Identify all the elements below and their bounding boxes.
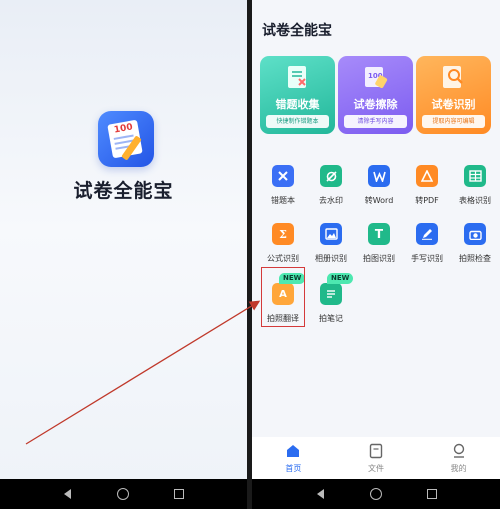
translate-icon: A <box>272 283 294 305</box>
pdf-icon <box>416 165 438 187</box>
card-title: 错题收集 <box>275 98 320 111</box>
nav-back-button[interactable] <box>313 487 327 501</box>
tool-remove-watermark[interactable]: 去水印 <box>307 165 353 211</box>
nav-recents-button[interactable] <box>425 487 439 501</box>
splash-app-name: 试卷全能宝 <box>73 180 174 202</box>
feature-card-paper-recognition[interactable]: 试卷识别 提取内容可编辑 <box>416 56 491 134</box>
home-screen: 试卷全能宝 错题收集 快捷制作错题本 100 试卷擦除 清除手写内容 试卷识别 … <box>252 0 500 509</box>
home-circle-icon <box>117 488 130 500</box>
tab-label: 首页 <box>285 464 302 473</box>
tab-label: 我的 <box>450 464 467 473</box>
nav-back-button[interactable] <box>61 487 75 501</box>
tool-photo-text-recognition[interactable]: T 拍图识别 <box>355 223 401 269</box>
formula-icon: Σ <box>272 223 294 245</box>
page-title: 试卷全能宝 <box>262 23 332 39</box>
card-subtitle: 清除手写内容 <box>344 115 407 128</box>
tool-to-word[interactable]: 转Word <box>355 165 401 211</box>
feature-card-mistake-collection[interactable]: 错题收集 快捷制作错题本 <box>260 56 335 134</box>
back-icon <box>316 489 324 499</box>
file-icon <box>369 443 383 459</box>
back-icon <box>64 489 72 499</box>
camera-icon <box>464 223 486 245</box>
home-circle-icon <box>370 488 382 500</box>
word-icon <box>368 165 390 187</box>
tool-to-pdf[interactable]: 转PDF <box>403 165 449 211</box>
system-navbar <box>0 479 247 509</box>
x-icon <box>272 165 294 187</box>
nav-home-button[interactable] <box>369 487 383 501</box>
tool-table-recognition[interactable]: 表格识别 <box>451 165 497 211</box>
tool-mistake-book[interactable]: 错题本 <box>259 165 305 211</box>
tool-label: 表格识别 <box>459 196 491 205</box>
tab-files[interactable]: 文件 <box>335 437 418 479</box>
handwriting-icon <box>416 223 438 245</box>
feature-card-paper-erase[interactable]: 100 试卷擦除 清除手写内容 <box>338 56 413 134</box>
card-title: 试卷擦除 <box>353 98 398 111</box>
tool-label: 拍笔记 <box>319 314 343 323</box>
new-badge: NEW <box>327 273 354 284</box>
recents-square-icon <box>174 489 185 499</box>
recents-square-icon <box>427 489 437 499</box>
system-navbar <box>252 479 500 509</box>
paper-recognition-icon <box>443 66 463 88</box>
card-title: 试卷识别 <box>431 98 476 111</box>
tool-label: 拍照检查 <box>459 254 491 263</box>
nav-recents-button[interactable] <box>172 487 186 501</box>
splash-screen: 100 试卷全能宝 <box>0 0 247 509</box>
photo-text-icon: T <box>368 223 390 245</box>
tool-photo-translate[interactable]: A NEW 拍照翻译 <box>259 273 306 329</box>
album-icon <box>320 223 342 245</box>
watermark-icon <box>320 165 342 187</box>
new-badge: NEW <box>279 273 306 284</box>
app-logo-icon: 100 <box>98 111 154 167</box>
tool-photo-notes[interactable]: NEW 拍笔记 <box>307 273 354 329</box>
tool-formula-recognition[interactable]: Σ 公式识别 <box>259 223 305 269</box>
card-subtitle: 快捷制作错题本 <box>266 115 329 128</box>
tab-home[interactable]: 首页 <box>252 437 335 479</box>
bottom-tab-bar: 首页 文件 我的 <box>252 437 500 479</box>
tool-photo-check[interactable]: 拍照检查 <box>451 223 497 269</box>
paper-erase-icon: 100 <box>365 67 388 88</box>
tab-profile[interactable]: 我的 <box>417 437 500 479</box>
table-icon <box>464 165 486 187</box>
tool-handwriting-recognition[interactable]: 手写识别 <box>403 223 449 269</box>
nav-home-button[interactable] <box>116 487 130 501</box>
mistake-collection-icon <box>288 66 306 88</box>
home-icon <box>287 445 300 457</box>
profile-icon <box>453 443 464 458</box>
note-icon <box>320 283 342 305</box>
tab-label: 文件 <box>368 464 384 473</box>
card-subtitle: 提取内容可编辑 <box>422 115 485 128</box>
tool-album-recognition[interactable]: 相册识别 <box>307 223 353 269</box>
